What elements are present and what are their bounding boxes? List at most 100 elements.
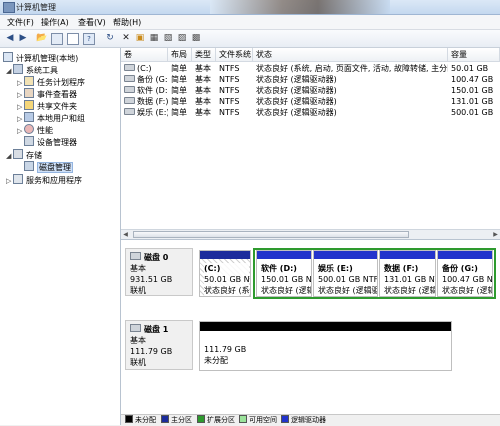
filesystem-cell: NTFS bbox=[219, 64, 240, 73]
partition-status: 状态良好 (逻辑 bbox=[442, 286, 493, 295]
disk-1-label[interactable]: 磁盘 1 基本 111.79 GB 联机 bbox=[125, 320, 193, 370]
partition-status: 状态良好 (系统 bbox=[204, 286, 250, 295]
partition-f[interactable]: 数据 (F:) 131.01 GB NT 状态良好 (逻辑 bbox=[379, 250, 436, 297]
forward-icon[interactable]: ▶ bbox=[17, 32, 29, 44]
open-icon[interactable]: ▦ bbox=[148, 32, 160, 44]
delete-icon[interactable]: ✕ bbox=[120, 32, 132, 44]
capacity-cell: 50.01 GB bbox=[451, 64, 489, 73]
type-cell: 基本 bbox=[195, 64, 211, 73]
volume-name-cell: 娱乐 (E:) bbox=[121, 108, 168, 118]
menu-file[interactable]: 文件(F) bbox=[7, 17, 34, 28]
tree-item-task-scheduler[interactable]: ▷ 任务计划程序 bbox=[17, 76, 85, 88]
layout-cell: 简单 bbox=[171, 86, 187, 95]
horizontal-scrollbar[interactable]: ◀ ▶ bbox=[121, 229, 500, 239]
volume-row[interactable]: 娱乐 (E:) 简单 基本 NTFS 状态良好 (逻辑驱动器) 500.01 G… bbox=[121, 108, 500, 118]
partition-e[interactable]: 娱乐 (E:) 500.01 GB NTFS 状态良好 (逻辑驱动器) bbox=[313, 250, 378, 297]
legend-item-unallocated: 未分配 bbox=[125, 415, 156, 425]
partition-g[interactable]: 备份 (G:) 100.47 GB NT 状态良好 (逻辑 bbox=[437, 250, 493, 297]
type-cell: 基本 bbox=[195, 75, 211, 84]
unallocated-space[interactable]: 111.79 GB 未分配 bbox=[199, 321, 452, 371]
up-icon[interactable]: 📂 bbox=[36, 32, 48, 44]
capacity-cell: 150.01 GB bbox=[451, 86, 494, 95]
tree-item-disk-management[interactable]: 磁盘管理 bbox=[24, 161, 73, 173]
settings-icon[interactable]: ▩ bbox=[190, 32, 202, 44]
menu-action[interactable]: 操作(A) bbox=[41, 17, 69, 28]
column-header-filesystem[interactable]: 文件系统 bbox=[216, 48, 253, 62]
partition-c[interactable]: (C:) 50.01 GB NTFS 状态良好 (系统 bbox=[199, 250, 251, 297]
tree-services[interactable]: ▷ 服务和应用程序 bbox=[6, 174, 82, 186]
performance-icon bbox=[24, 124, 34, 134]
disk-icon bbox=[130, 324, 141, 332]
disk-status: 联机 bbox=[130, 286, 146, 295]
partition-name: 备份 (G:) bbox=[442, 264, 478, 273]
legend-item-logical-drive: 逻辑驱动器 bbox=[281, 415, 326, 425]
partition-size: 150.01 GB NT bbox=[261, 275, 312, 284]
partition-size: 100.47 GB NT bbox=[442, 275, 493, 284]
volume-row[interactable]: 数据 (F:) 简单 基本 NTFS 状态良好 (逻辑驱动器) 131.01 G… bbox=[121, 97, 500, 107]
scroll-left-icon[interactable]: ◀ bbox=[121, 230, 130, 239]
refresh-icon[interactable]: ↻ bbox=[104, 32, 116, 44]
status-cell: 状态良好 (逻辑驱动器) bbox=[256, 108, 337, 117]
tree-root[interactable]: 计算机管理(本地) bbox=[3, 52, 78, 64]
partition-size: 50.01 GB NTFS bbox=[204, 275, 250, 284]
back-icon[interactable]: ◀ bbox=[4, 32, 16, 44]
legend-swatch bbox=[281, 415, 289, 423]
tree-item-device-manager[interactable]: 设备管理器 bbox=[24, 136, 77, 148]
partition-status: 状态良好 (逻辑 bbox=[384, 286, 436, 295]
unallocated-size: 111.79 GB bbox=[204, 345, 247, 354]
tree-item-local-users[interactable]: ▷ 本地用户和组 bbox=[17, 112, 85, 124]
tree-item-performance[interactable]: ▷ 性能 bbox=[17, 124, 53, 136]
status-cell: 状态良好 (逻辑驱动器) bbox=[256, 86, 337, 95]
legend-item-free-space: 可用空间 bbox=[239, 415, 277, 425]
column-header-layout[interactable]: 布局 bbox=[168, 48, 192, 62]
tree-item-event-viewer[interactable]: ▷ 事件查看器 bbox=[17, 88, 77, 100]
layout-cell: 简单 bbox=[171, 108, 187, 117]
properties-icon[interactable] bbox=[67, 33, 79, 45]
partition-size: 500.01 GB NTFS bbox=[318, 275, 378, 284]
volume-row[interactable]: (C:) 简单 基本 NTFS 状态良好 (系统, 启动, 页面文件, 活动, … bbox=[121, 64, 500, 74]
title-bar: 计算机管理 bbox=[0, 0, 500, 15]
menu-help[interactable]: 帮助(H) bbox=[113, 17, 141, 28]
volume-row[interactable]: 备份 (G:) 简单 基本 NTFS 状态良好 (逻辑驱动器) 100.47 G… bbox=[121, 75, 500, 85]
scroll-right-icon[interactable]: ▶ bbox=[491, 230, 500, 239]
show-tree-icon[interactable] bbox=[51, 33, 63, 45]
expand-icon[interactable]: ▷ bbox=[17, 125, 24, 137]
folder-icon[interactable]: ▣ bbox=[134, 32, 146, 44]
column-header-volume[interactable]: 卷 bbox=[121, 48, 168, 62]
tree-item-shared-folders[interactable]: ▷ 共享文件夹 bbox=[17, 100, 77, 112]
status-cell: 状态良好 (系统, 启动, 页面文件, 活动, 故障转储, 主分区) bbox=[256, 64, 448, 73]
layout-cell: 简单 bbox=[171, 97, 187, 106]
disk-type: 基本 bbox=[130, 264, 146, 273]
cut-icon[interactable]: ▨ bbox=[176, 32, 188, 44]
toolbar: ◀ ▶ 📂 ? ↻ ✕ ▣ ▦ ▧ ▨ ▩ bbox=[0, 30, 500, 48]
column-header-status[interactable]: 状态 bbox=[253, 48, 448, 62]
disk-size: 111.79 GB bbox=[130, 347, 173, 356]
tree-system-tools[interactable]: ◢ 系统工具 bbox=[6, 64, 58, 76]
drive-icon bbox=[124, 108, 135, 115]
menu-bar: 文件(F) 操作(A) 查看(V) 帮助(H) bbox=[0, 15, 500, 30]
help-icon[interactable]: ? bbox=[83, 33, 95, 45]
filesystem-cell: NTFS bbox=[219, 86, 240, 95]
layout-cell: 简单 bbox=[171, 75, 187, 84]
navigation-tree: 计算机管理(本地) ◢ 系统工具 ▷ 任务计划程序 ▷ 事件查看器 ▷ 共享文件夹 ▷ 本… bbox=[0, 48, 121, 425]
column-header-type[interactable]: 类型 bbox=[192, 48, 216, 62]
collapse-icon[interactable]: ◢ bbox=[6, 65, 13, 77]
volume-name-cell: (C:) bbox=[121, 64, 168, 74]
scrollbar-thumb[interactable] bbox=[133, 231, 409, 238]
volume-list: 卷 布局 类型 文件系统 状态 容量 (C:) 简单 基本 NTFS 状态良好 … bbox=[121, 48, 500, 230]
volume-row[interactable]: 软件 (D:) 简单 基本 NTFS 状态良好 (逻辑驱动器) 150.01 G… bbox=[121, 86, 500, 96]
copy-icon[interactable]: ▧ bbox=[162, 32, 174, 44]
layout-cell: 简单 bbox=[171, 64, 187, 73]
filesystem-cell: NTFS bbox=[219, 97, 240, 106]
menu-view[interactable]: 查看(V) bbox=[78, 17, 106, 28]
partition-d[interactable]: 软件 (D:) 150.01 GB NT 状态良好 (逻辑 bbox=[256, 250, 312, 297]
capacity-cell: 500.01 GB bbox=[451, 108, 494, 117]
expand-icon[interactable]: ▷ bbox=[6, 175, 13, 187]
status-cell: 状态良好 (逻辑驱动器) bbox=[256, 75, 337, 84]
partition-name: 软件 (D:) bbox=[261, 264, 297, 273]
disk-0-label[interactable]: 磁盘 0 基本 931.51 GB 联机 bbox=[125, 248, 193, 296]
collapse-icon[interactable]: ◢ bbox=[6, 150, 13, 162]
tree-storage[interactable]: ◢ 存储 bbox=[6, 149, 42, 161]
column-header-capacity[interactable]: 容量 bbox=[448, 48, 500, 62]
filesystem-cell: NTFS bbox=[219, 75, 240, 84]
